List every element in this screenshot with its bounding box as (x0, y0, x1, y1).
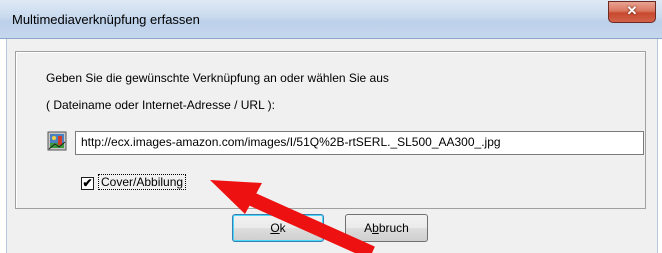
cancel-label-rest: bruch (378, 221, 409, 235)
close-icon: ✕ (626, 3, 638, 18)
multimedia-link-icon[interactable] (47, 131, 67, 151)
cancel-button[interactable]: Abbruch (345, 214, 428, 242)
instruction-line-2: ( Dateiname oder Internet-Adresse / URL … (46, 98, 275, 112)
close-button[interactable]: ✕ (608, 1, 656, 23)
window-title: Multimediaverknüpfung erfassen (12, 12, 200, 27)
url-input[interactable]: http://ecx.images-amazon.com/images/I/51… (75, 131, 644, 155)
dialog-window: Multimediaverknüpfung erfassen ✕ Geben S… (0, 0, 662, 253)
cover-checkbox[interactable]: ✔ (81, 177, 94, 190)
ok-button[interactable]: Ok (232, 214, 324, 242)
ok-accelerator: O (270, 221, 280, 235)
cancel-accelerator: b (372, 221, 379, 235)
ok-label-rest: k (279, 221, 286, 235)
cancel-label-pre: A (364, 221, 373, 235)
instruction-line-1: Geben Sie die gewünschte Verknüpfung an … (46, 71, 389, 85)
cover-checkbox-label[interactable]: Cover/Abbilung (98, 174, 187, 190)
title-bar[interactable]: Multimediaverknüpfung erfassen ✕ (0, 0, 662, 39)
